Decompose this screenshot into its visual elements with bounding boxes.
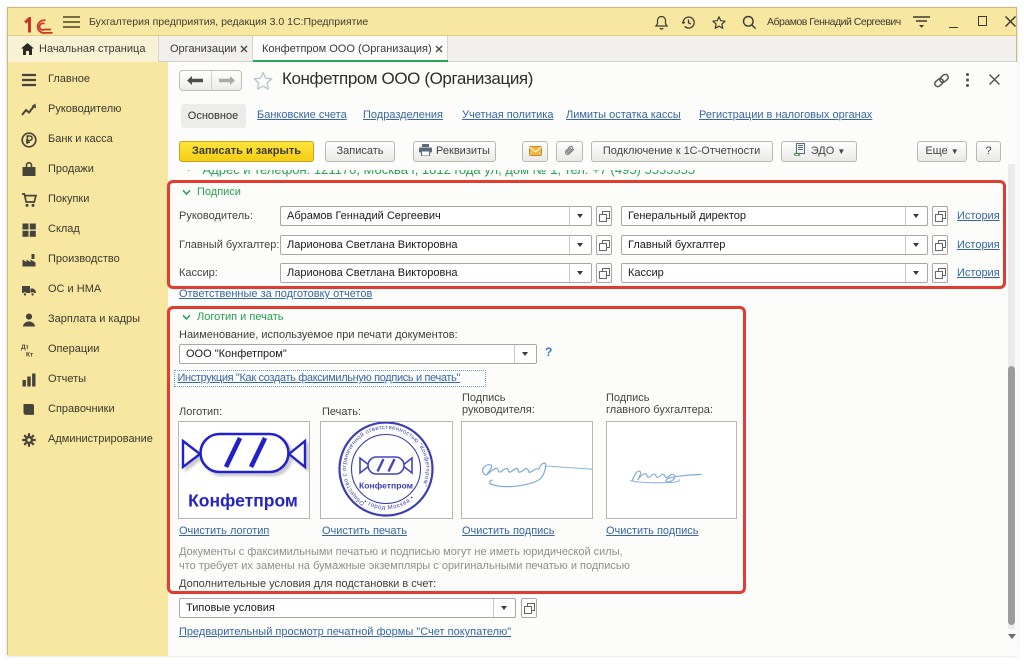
svg-text:Кт: Кт [26,352,33,359]
svg-text:Конфетпром: Конфетпром [188,491,298,511]
svg-text:Дт: Дт [21,344,29,351]
svg-text:Конфетпром: Конфетпром [359,481,413,491]
